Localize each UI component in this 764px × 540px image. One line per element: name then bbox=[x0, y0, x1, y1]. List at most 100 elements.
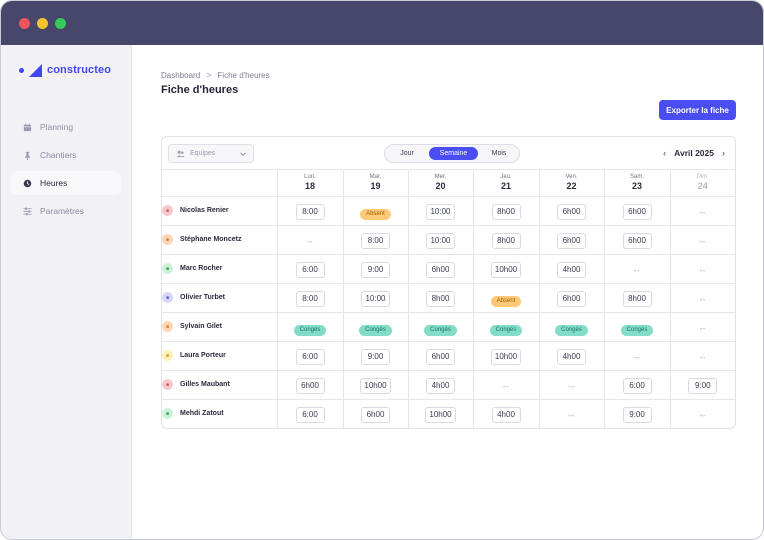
employee-cell: ■ Nicolas Renier bbox=[162, 196, 278, 226]
breadcrumb-separator-icon: > bbox=[206, 70, 212, 80]
employee-info[interactable]: ■ Sylvain Gilet bbox=[162, 321, 277, 332]
hours-field[interactable]: 6h00 bbox=[622, 204, 652, 220]
employee-info[interactable]: ■ Nicolas Renier bbox=[162, 205, 277, 216]
hours-field[interactable]: 6:00 bbox=[295, 407, 325, 424]
time-cell: 6h00 bbox=[539, 283, 605, 313]
hours-field[interactable]: 8h00 bbox=[491, 204, 521, 220]
time-cell: 6:00 bbox=[277, 341, 344, 371]
hours-field[interactable]: 6:00 bbox=[295, 262, 325, 278]
hours-field[interactable]: 8:00 bbox=[361, 233, 390, 249]
hours-field[interactable]: 6h00 bbox=[295, 378, 325, 394]
employee-header-cell bbox=[162, 170, 278, 197]
absent-badge: Absent bbox=[490, 295, 522, 307]
time-cell: 10h00 bbox=[473, 341, 540, 371]
employee-cell: ■ Sylvain Gilet bbox=[162, 312, 278, 342]
sidebar-nav: Planning Chantiers Heures Paramètres bbox=[11, 115, 121, 227]
next-month-icon[interactable]: › bbox=[722, 148, 725, 158]
clock-icon bbox=[23, 179, 32, 188]
hours-field[interactable]: 9:00 bbox=[688, 378, 718, 394]
export-button[interactable]: Exporter la fiche bbox=[659, 100, 736, 120]
employee-info[interactable]: ■ Marc Rocher bbox=[162, 263, 277, 274]
day-name: Lun. bbox=[304, 173, 316, 180]
employee-info[interactable]: ■ Laura Porteur bbox=[162, 350, 277, 361]
hours-field[interactable]: 6h00 bbox=[557, 233, 586, 249]
time-cell: 8:00 bbox=[277, 283, 344, 313]
hours-field[interactable]: 4h00 bbox=[426, 378, 455, 394]
hours-field[interactable]: 6:00 bbox=[622, 378, 652, 394]
sidebar-item-chantiers[interactable]: Chantiers bbox=[11, 143, 121, 167]
hours-field[interactable]: 10:00 bbox=[361, 291, 390, 307]
hours-field[interactable]: 6h00 bbox=[426, 349, 455, 365]
hours-field[interactable]: 9:00 bbox=[361, 349, 390, 365]
time-cell: 9:00 bbox=[343, 341, 409, 371]
pin-icon bbox=[23, 151, 32, 160]
hours-field[interactable]: 9:00 bbox=[622, 407, 652, 424]
day-number: 23 bbox=[631, 180, 642, 191]
view-option-semaine[interactable]: Semaine bbox=[429, 147, 478, 160]
time-cell: 4h00 bbox=[539, 341, 605, 371]
employee-name: Nicolas Renier bbox=[180, 207, 229, 214]
hours-field[interactable]: 10h00 bbox=[490, 262, 522, 278]
day-name: Mar. bbox=[369, 173, 382, 180]
hours-field[interactable]: 6h00 bbox=[361, 407, 390, 424]
time-cell: -- bbox=[604, 254, 671, 284]
hours-field[interactable]: 6h00 bbox=[426, 262, 455, 278]
employee-info[interactable]: ■ Stéphane Moncetz bbox=[162, 234, 277, 245]
view-option-mois[interactable]: Mois bbox=[482, 147, 516, 160]
hours-field[interactable]: 4h00 bbox=[491, 407, 521, 424]
hours-field[interactable]: 8:00 bbox=[295, 204, 325, 220]
employee-info[interactable]: ■ Mehdi Zatout bbox=[162, 408, 277, 420]
hours-field[interactable]: 6h00 bbox=[557, 291, 586, 307]
minimize-window-button[interactable] bbox=[37, 18, 48, 29]
employee-info[interactable]: ■ Gilles Maubant bbox=[162, 379, 277, 390]
hours-field[interactable]: 8h00 bbox=[426, 291, 455, 307]
close-window-button[interactable] bbox=[19, 18, 30, 29]
hours-field[interactable]: 9:00 bbox=[361, 262, 390, 278]
day-header-cell: Dim. 24 bbox=[670, 170, 735, 197]
hours-field[interactable]: 4h00 bbox=[557, 262, 586, 278]
prev-month-icon[interactable]: ‹ bbox=[663, 148, 666, 158]
hours-field[interactable]: 10:00 bbox=[426, 204, 455, 220]
hours-field[interactable]: 6h00 bbox=[622, 233, 652, 249]
hours-field[interactable]: 8h00 bbox=[491, 233, 521, 249]
time-cell: -- bbox=[670, 225, 735, 255]
avatar-icon: ■ bbox=[162, 350, 173, 361]
conge-badge: Congés bbox=[293, 324, 327, 336]
logo[interactable]: constructeo bbox=[19, 63, 111, 77]
time-cell: -- bbox=[670, 312, 735, 342]
employee-info[interactable]: ■ Olivier Turbet bbox=[162, 292, 277, 303]
sidebar-item-planning[interactable]: Planning bbox=[11, 115, 121, 139]
sidebar-item-heures[interactable]: Heures bbox=[11, 171, 121, 195]
hours-field[interactable]: 6:00 bbox=[295, 349, 325, 365]
day-number: 22 bbox=[566, 180, 577, 191]
hours-field[interactable]: 4h00 bbox=[557, 349, 586, 365]
table-row: ■ Nicolas Renier 8:00 Absent 10:00 8h00 6h00 6h… bbox=[162, 196, 735, 226]
hours-field[interactable]: 6h00 bbox=[557, 204, 586, 220]
sidebar-item-parametres[interactable]: Paramètres bbox=[11, 199, 121, 223]
hours-field[interactable]: 8:00 bbox=[295, 291, 325, 307]
avatar-icon: ■ bbox=[162, 321, 173, 332]
day-number: 21 bbox=[500, 180, 511, 191]
table-row: ■ Marc Rocher 6:00 9:00 6h00 10h00 4h00 -- -- bbox=[162, 254, 735, 284]
hours-field[interactable]: 8h00 bbox=[622, 291, 652, 307]
table-row: ■ Laura Porteur 6:00 9:00 6h00 10h00 4h00 -- -- bbox=[162, 341, 735, 371]
employee-cell: ■ Stéphane Moncetz bbox=[162, 225, 278, 255]
hours-field[interactable]: 10h00 bbox=[425, 407, 456, 424]
view-option-jour[interactable]: Jour bbox=[389, 147, 425, 160]
team-select[interactable]: Equipes bbox=[168, 144, 254, 163]
hours-field[interactable]: 10h00 bbox=[360, 378, 391, 394]
time-cell: Absent bbox=[343, 196, 409, 226]
table-row: ■ Gilles Maubant 6h00 10h00 4h00 -- -- 6:00 9:00 bbox=[162, 370, 735, 400]
empty-placeholder: -- bbox=[568, 410, 575, 420]
day-number: 24 bbox=[697, 180, 708, 191]
table-row: ■ Sylvain Gilet Congés Congés Congés Congés Co… bbox=[162, 312, 735, 342]
hours-field[interactable]: 10:00 bbox=[426, 233, 455, 249]
time-cell: -- bbox=[670, 399, 735, 428]
app-window: constructeo Planning Chantiers Heures Pa… bbox=[0, 0, 764, 540]
hours-field[interactable]: 10h00 bbox=[490, 349, 522, 365]
avatar-icon: ■ bbox=[162, 205, 173, 216]
maximize-window-button[interactable] bbox=[55, 18, 66, 29]
day-name: Ven. bbox=[565, 173, 578, 180]
breadcrumb-dashboard[interactable]: Dashboard bbox=[161, 71, 200, 80]
empty-placeholder: -- bbox=[699, 207, 706, 217]
